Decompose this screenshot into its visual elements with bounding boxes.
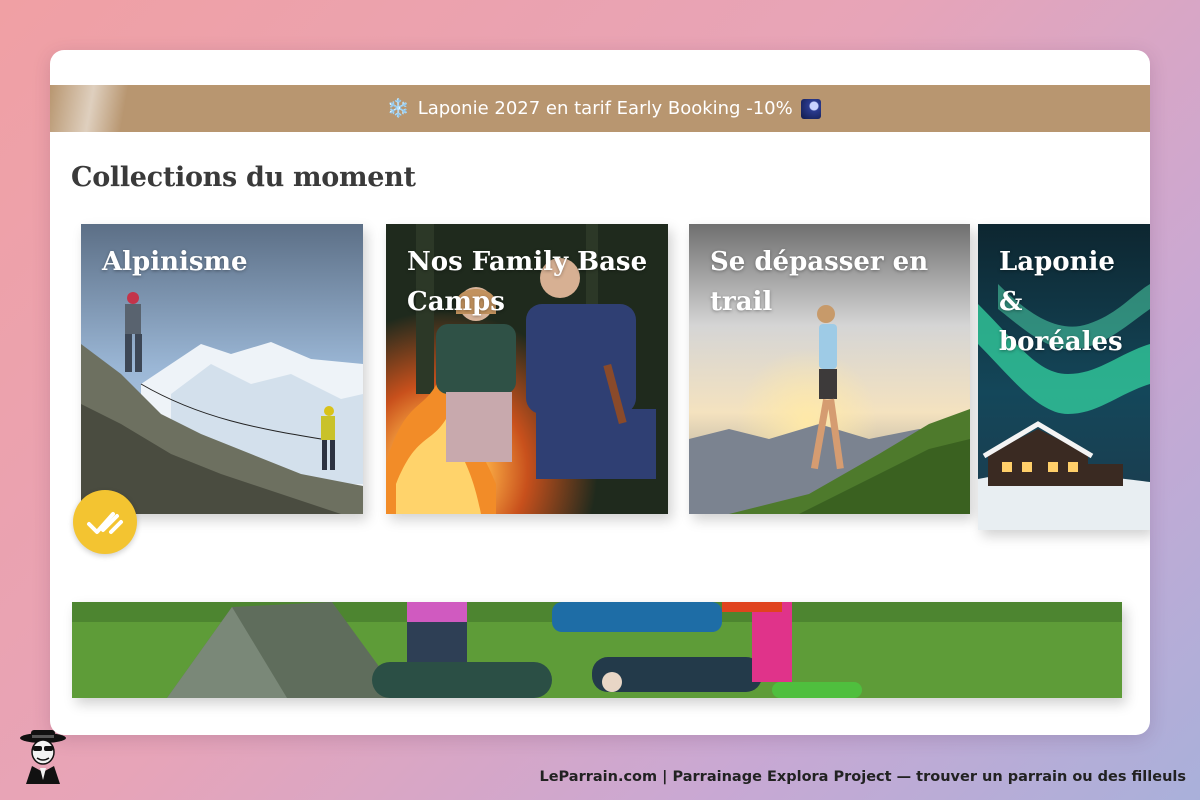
check-badge[interactable] — [73, 490, 137, 554]
collection-label: Laponie & boréales — [999, 247, 1123, 357]
promo-shine — [50, 85, 140, 132]
collection-card-trail[interactable]: Se dépasser en trail — [689, 224, 970, 514]
promo-text: Laponie 2027 en tarif Early Booking -10% — [417, 98, 793, 119]
collection-label: Se dépasser en trail — [710, 247, 929, 317]
collection-card-family-base-camps[interactable]: Nos Family Base Camps — [386, 224, 668, 514]
collection-card-laponie[interactable]: Laponie & boréales — [978, 224, 1150, 530]
snowflake-icon: ❄️ — [387, 98, 410, 119]
check-marks-icon — [87, 512, 123, 534]
collection-label: Nos Family Base Camps — [407, 247, 648, 317]
night-sky-icon — [800, 98, 821, 119]
parrain-mascot-logo — [20, 730, 66, 784]
camping-banner-image — [72, 602, 1122, 698]
collection-card-alpinisme[interactable]: Alpinisme — [81, 224, 363, 514]
promo-banner[interactable]: ❄️ Laponie 2027 en tarif Early Booking -… — [50, 85, 1150, 132]
section-title: Collections du moment — [71, 162, 416, 193]
footer-caption: LeParrain.com | Parrainage Explora Proje… — [539, 769, 1186, 785]
collection-label: Alpinisme — [102, 247, 248, 277]
page-card: ❄️ Laponie 2027 en tarif Early Booking -… — [50, 50, 1150, 735]
camping-banner[interactable] — [72, 602, 1122, 698]
